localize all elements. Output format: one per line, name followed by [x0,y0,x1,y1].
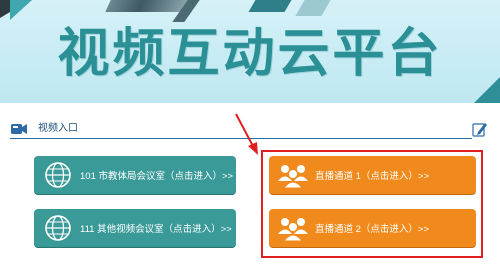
channel-button-101[interactable]: 101 市教体局会议室（点击进入）>> [34,156,236,194]
channel-label: 101 市教体局会议室（点击进入）>> [80,171,234,182]
banner-decoration [248,0,292,12]
pencil-icon[interactable] [472,121,488,137]
banner-decoration [295,0,331,16]
channel-button-111[interactable]: 111 其他视频会议室（点击进入）>> [34,209,236,247]
globe-icon [45,162,71,188]
banner-decoration [105,0,191,12]
banner-decoration [10,0,32,20]
annotation-arrow-icon [235,113,258,155]
page-title: 视频互动云平台 [57,24,443,84]
video-icon [11,124,27,134]
globe-icon [45,215,71,241]
header-banner: 视频互动云平台 [0,0,500,103]
annotation-highlight-box [261,150,483,258]
channel-label: 111 其他视频会议室（点击进入）>> [80,224,232,235]
section-title: 视频入口 [38,123,78,134]
